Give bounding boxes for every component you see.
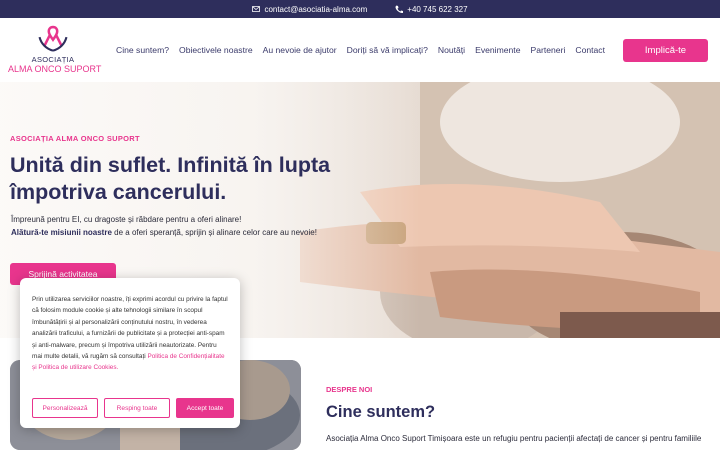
- phone-contact[interactable]: +40 745 622 327: [395, 4, 468, 14]
- nav-parteneri[interactable]: Parteneri: [530, 45, 565, 55]
- email-contact[interactable]: contact@asociatia-alma.com: [252, 5, 367, 14]
- hero-line-1: Împreună pentru EI, cu dragoste și răbda…: [11, 215, 242, 224]
- envelope-icon: [252, 6, 261, 12]
- logo-line-1: ASOCIAȚIA: [31, 55, 75, 64]
- hero-title: Unită din suflet. Infinită în lupta împo…: [10, 153, 331, 204]
- nav-doriti-sa-va-implicati[interactable]: Doriți să vă implicați?: [347, 45, 428, 55]
- about-title: Cine suntem?: [326, 403, 436, 421]
- cookie-buttons: Personalizează Resping toate Accept toat…: [32, 398, 234, 418]
- implica-te-button[interactable]: Implică-te: [623, 39, 708, 62]
- hero-kicker: ASOCIAȚIA ALMA ONCO SUPORT: [10, 134, 140, 143]
- nav-obiectivele-noastre[interactable]: Obiectivele noastre: [179, 45, 253, 55]
- logo-line-2: ALMA ONCO SUPORT: [8, 64, 102, 74]
- hero-line-2-rest: de a oferi speranță, sprijin și alinare …: [111, 228, 317, 237]
- nav-au-nevoie-de-ajutor[interactable]: Au nevoie de ajutor: [263, 45, 337, 55]
- nav-contact[interactable]: Contact: [575, 45, 605, 55]
- nav-evenimente[interactable]: Evenimente: [475, 45, 520, 55]
- top-contact-bar: contact@asociatia-alma.com +40 745 622 3…: [0, 0, 720, 18]
- phone-text: +40 745 622 327: [407, 4, 468, 14]
- cookie-reject-button[interactable]: Resping toate: [104, 398, 170, 418]
- about-text: Asociația Alma Onco Suport Timișoara est…: [326, 434, 702, 443]
- cookie-body: Prin utilizarea serviciilor noastre, îți…: [32, 296, 228, 361]
- about-kicker: DESPRE NOI: [326, 385, 373, 394]
- main-navigation: Cine suntem? Obiectivele noastre Au nevo…: [116, 45, 615, 55]
- site-header: ASOCIAȚIA ALMA ONCO SUPORT Cine suntem? …: [0, 18, 720, 82]
- cookie-accept-button[interactable]: Accept toate: [176, 398, 234, 418]
- phone-icon: [395, 5, 404, 13]
- hero-line-2: Alătură-te misiunii noastre de a oferi s…: [11, 228, 317, 237]
- hero-line-2-bold: Alătură-te misiunii noastre: [11, 228, 112, 237]
- cookie-customize-button[interactable]: Personalizează: [32, 398, 98, 418]
- site-logo[interactable]: ASOCIAȚIA ALMA ONCO SUPORT: [8, 22, 102, 80]
- nav-noutati[interactable]: Noutăți: [438, 45, 465, 55]
- cookie-text: Prin utilizarea serviciilor noastre, îți…: [32, 294, 228, 374]
- cookie-consent-dialog: Prin utilizarea serviciilor noastre, îți…: [20, 278, 240, 428]
- email-text: contact@asociatia-alma.com: [264, 4, 368, 14]
- pink-ribbon-logo-icon: [38, 25, 68, 52]
- nav-cine-suntem[interactable]: Cine suntem?: [116, 45, 169, 55]
